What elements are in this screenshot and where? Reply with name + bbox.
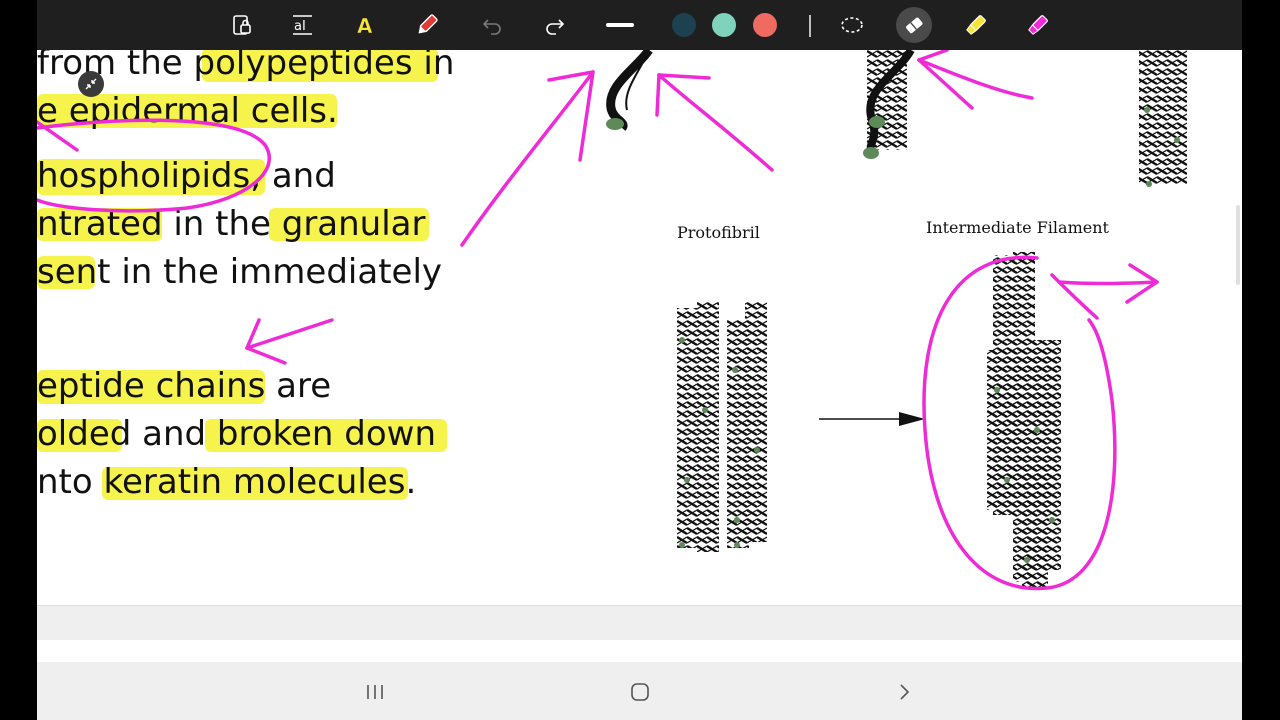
figure-and-ink-layer bbox=[37, 50, 1187, 591]
svg-text:aI: aI bbox=[294, 19, 306, 34]
top-double-helix bbox=[863, 50, 915, 159]
color-swatch-navy[interactable] bbox=[672, 13, 696, 37]
recent-apps-icon[interactable] bbox=[360, 678, 390, 706]
intermediate-filament-diagram bbox=[987, 252, 1061, 590]
page-gap bbox=[37, 605, 1242, 641]
color-swatch-teal[interactable] bbox=[712, 13, 736, 37]
top-filament-helix bbox=[1139, 50, 1187, 187]
collapse-toolbar-button[interactable] bbox=[78, 71, 104, 97]
next-page-edge bbox=[37, 640, 1242, 662]
process-arrow bbox=[819, 412, 925, 426]
back-icon[interactable] bbox=[889, 678, 919, 706]
svg-text:A: A bbox=[357, 14, 373, 38]
page-scrollbar[interactable] bbox=[1236, 205, 1240, 285]
annotation-toolbar: aI A bbox=[37, 0, 1242, 50]
highlighter-pink-icon[interactable] bbox=[1022, 9, 1054, 41]
collapse-arrows-icon bbox=[85, 78, 97, 90]
lock-page-icon[interactable] bbox=[226, 9, 258, 41]
document-page[interactable]: from the polypeptides in e epidermal cel… bbox=[37, 50, 1242, 605]
system-navigation-bar bbox=[37, 662, 1242, 720]
text-highlighter-icon[interactable]: A bbox=[349, 9, 381, 41]
app-screen: aI A from the polypeptides in e epiderma… bbox=[37, 0, 1242, 720]
color-swatch-coral[interactable] bbox=[753, 13, 777, 37]
redo-icon[interactable] bbox=[539, 9, 571, 41]
undo-icon[interactable] bbox=[476, 9, 508, 41]
eraser-icon[interactable] bbox=[896, 7, 932, 43]
protofibril-diagram bbox=[677, 302, 767, 552]
top-single-helix bbox=[606, 50, 653, 131]
toolbar-divider bbox=[809, 15, 811, 37]
text-box-icon[interactable]: aI bbox=[287, 9, 319, 41]
pen-icon[interactable] bbox=[411, 9, 443, 41]
home-icon[interactable] bbox=[625, 678, 655, 706]
highlighter-yellow-icon[interactable] bbox=[960, 9, 992, 41]
line-thickness-icon[interactable] bbox=[604, 9, 636, 41]
lasso-icon[interactable] bbox=[836, 9, 868, 41]
